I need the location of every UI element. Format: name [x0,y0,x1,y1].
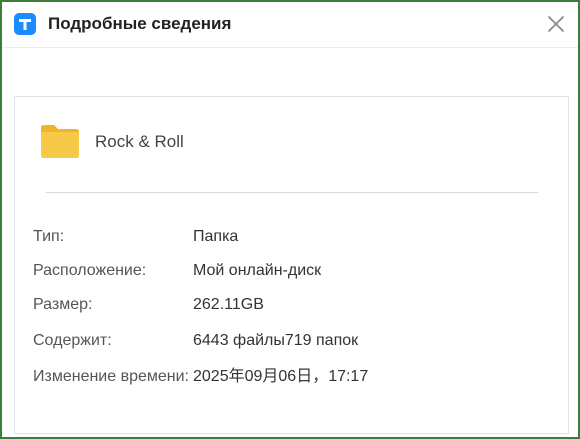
dialog-title: Подробные сведения [48,14,232,33]
detail-label: Содержит: [33,332,112,349]
detail-value: Мой онлайн-диск [193,262,322,279]
details-panel: Rock & Roll Тип: Папка Расположение: Мой… [14,96,569,434]
detail-label: Изменение времени: [33,368,189,385]
detail-label: Размер: [33,296,93,313]
detail-label: Тип: [33,228,65,245]
detail-value: Папка [193,228,239,245]
dialog-titlebar: Подробные сведения [2,2,578,48]
detail-row-contains: Содержит: 6443 файлы719 папок [33,329,553,353]
folder-icon [41,125,79,158]
divider [46,192,538,193]
detail-row-location: Расположение: Мой онлайн-диск [33,259,553,283]
detail-value: 2025年09月06日，17:17 [193,368,369,385]
detail-row-modified: Изменение времени: 2025年09月06日，17:17 [33,365,553,415]
detail-value: 262.11GB [193,296,264,313]
detail-label: Расположение: [33,262,147,279]
detail-row-type: Тип: Папка [33,225,553,249]
close-icon[interactable] [546,14,566,34]
details-dialog: Подробные сведения Rock & Roll Тип: Папк… [0,0,580,439]
app-logo-icon [14,13,36,35]
folder-name: Rock & Roll [95,132,184,151]
detail-value: 6443 файлы719 папок [193,332,359,349]
detail-row-size: Размер: 262.11GB [33,293,553,317]
